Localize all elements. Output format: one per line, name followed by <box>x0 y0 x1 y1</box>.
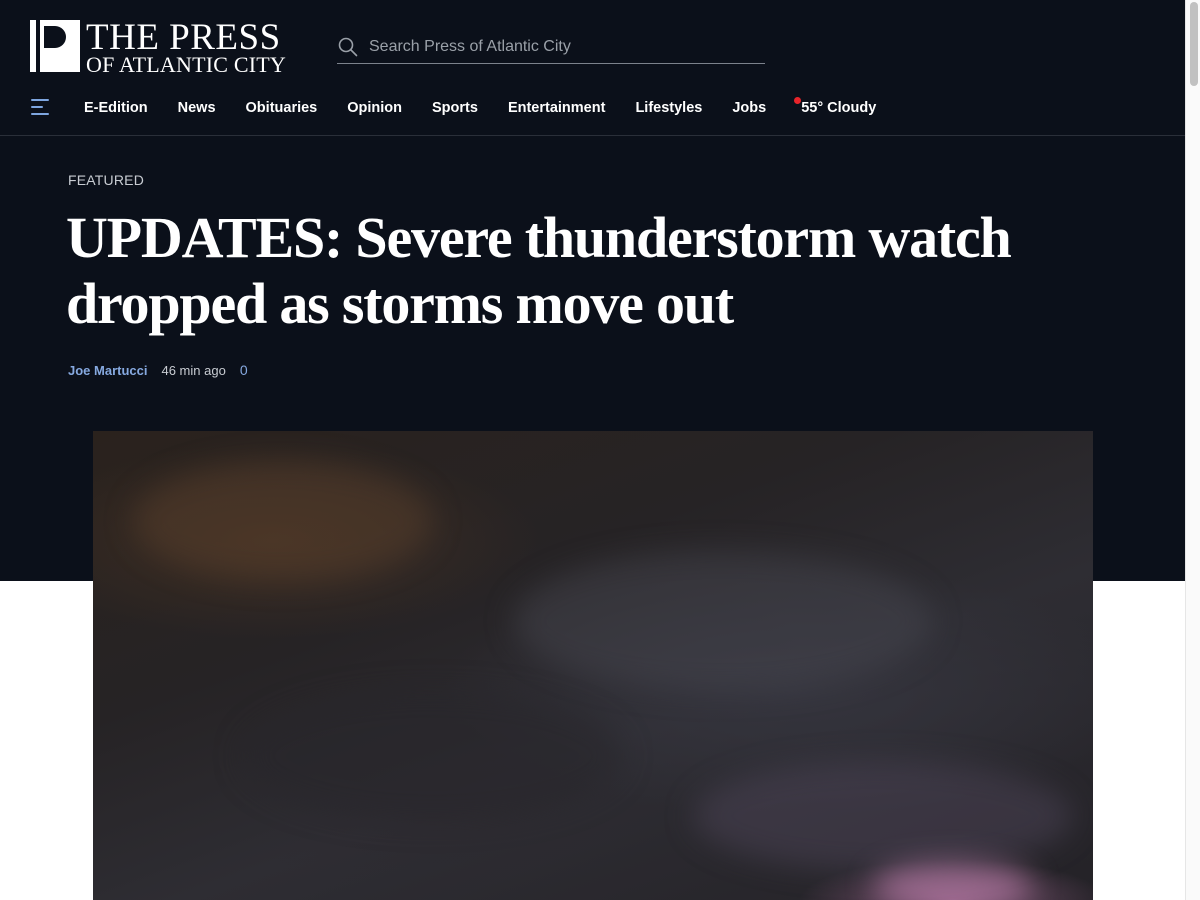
search-icon[interactable] <box>337 36 359 58</box>
nav-item-obituaries[interactable]: Obituaries <box>231 100 333 116</box>
nav-item-news[interactable]: News <box>163 100 231 116</box>
logo-line-2: OF ATLANTIC CITY <box>86 51 286 77</box>
search-input[interactable] <box>369 37 749 56</box>
nav-item-jobs[interactable]: Jobs <box>717 100 781 116</box>
hamburger-menu-icon[interactable] <box>31 99 49 115</box>
article-byline: Joe Martucci 46 min ago 0 <box>68 362 248 378</box>
nav-item-sports[interactable]: Sports <box>417 100 493 116</box>
logo-line-1: THE PRESS <box>86 16 281 58</box>
author-link[interactable]: Joe Martucci <box>68 363 147 378</box>
site-logo[interactable]: THE PRESS OF ATLANTIC CITY <box>30 16 310 77</box>
lead-photo[interactable] <box>93 431 1093 900</box>
nav-item-entertainment[interactable]: Entertainment <box>493 100 621 116</box>
nav-item-e-edition[interactable]: E-Edition <box>69 100 163 116</box>
weather-widget[interactable]: 55° Cloudy <box>781 97 877 116</box>
logo-p-mark <box>30 20 80 72</box>
article-headline: UPDATES: Severe thunderstorm watch dropp… <box>66 205 1012 336</box>
article-kicker: FEATURED <box>68 172 145 188</box>
main-nav: E-Edition News Obituaries Opinion Sports… <box>0 88 1185 136</box>
scrollbar-thumb[interactable] <box>1190 2 1198 86</box>
search-bar <box>337 30 765 64</box>
page-scrollbar[interactable] <box>1185 0 1200 900</box>
nav-item-opinion[interactable]: Opinion <box>332 100 417 116</box>
comment-count-link[interactable]: 0 <box>240 362 248 378</box>
nav-items: E-Edition News Obituaries Opinion Sports… <box>69 88 876 128</box>
nav-item-lifestyles[interactable]: Lifestyles <box>620 100 717 116</box>
logo-wordmark: THE PRESS OF ATLANTIC CITY <box>86 16 286 77</box>
publish-time: 46 min ago <box>161 363 226 378</box>
alert-dot-icon <box>794 97 802 104</box>
weather-text: 55° Cloudy <box>801 100 877 116</box>
